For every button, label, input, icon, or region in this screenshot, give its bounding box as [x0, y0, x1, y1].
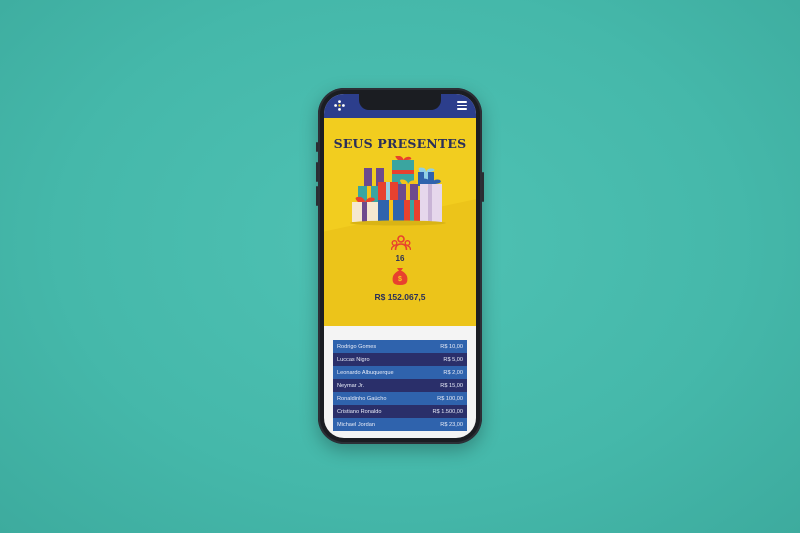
phone-power-button [482, 172, 484, 202]
gift-amount: R$ 15,00 [440, 382, 463, 389]
phone-volume-up-button [316, 162, 318, 182]
phone-side-button [316, 142, 318, 152]
gift-amount: R$ 100,00 [437, 395, 463, 402]
gift-amount: R$ 2,00 [443, 369, 463, 376]
gift-giver-name: Ronaldinho Gaúcho [337, 395, 387, 402]
gift-amount: R$ 1.500,00 [432, 408, 463, 415]
gift-giver-name: Rodrigo Gomes [337, 343, 377, 350]
list-item[interactable]: Neymar Jr. R$ 15,00 [333, 379, 467, 392]
total-amount: R$ 152.067,5 [374, 292, 426, 302]
guest-count: 16 [395, 254, 405, 263]
gift-amount: R$ 23,00 [440, 421, 463, 428]
gift-giver-name: Neymar Jr. [337, 382, 365, 389]
phone-volume-down-button [316, 186, 318, 206]
phone-screen: SEUS PRESENTES 16 $ R$ 152.067,5 Rodrigo… [324, 94, 476, 438]
gift-list: Rodrigo Gomes R$ 10,00 Luccas Nigro R$ 5… [333, 340, 467, 431]
gift-giver-name: Michael Jordan [337, 421, 375, 428]
list-item[interactable]: Ronaldinho Gaúcho R$ 100,00 [333, 392, 467, 405]
hero-section: SEUS PRESENTES 16 $ R$ 152.067,5 [324, 118, 476, 326]
people-icon [391, 235, 411, 251]
list-item[interactable]: Rodrigo Gomes R$ 10,00 [333, 340, 467, 353]
list-item[interactable]: Michael Jordan R$ 23,00 [333, 418, 467, 431]
gift-amount: R$ 5,00 [443, 356, 463, 363]
gift-giver-name: Luccas Nigro [337, 356, 370, 363]
gift-giver-name: Leonardo Albuquerque [337, 369, 394, 376]
svg-text:$: $ [398, 276, 402, 283]
list-item[interactable]: Leonardo Albuquerque R$ 2,00 [333, 366, 467, 379]
app-logo-icon[interactable] [334, 100, 345, 111]
phone-notch [359, 94, 441, 110]
list-item[interactable]: Cristiano Ronaldo R$ 1.500,00 [333, 405, 467, 418]
money-bag-icon: $ [392, 268, 408, 285]
phone-mockup: SEUS PRESENTES 16 $ R$ 152.067,5 Rodrigo… [316, 88, 484, 444]
gift-amount: R$ 10,00 [440, 343, 463, 350]
gift-giver-name: Cristiano Ronaldo [337, 408, 382, 415]
gift-boxes-illustration [350, 156, 446, 226]
hamburger-menu-icon[interactable] [457, 101, 467, 110]
page-title: SEUS PRESENTES [333, 136, 467, 151]
list-item[interactable]: Luccas Nigro R$ 5,00 [333, 353, 467, 366]
